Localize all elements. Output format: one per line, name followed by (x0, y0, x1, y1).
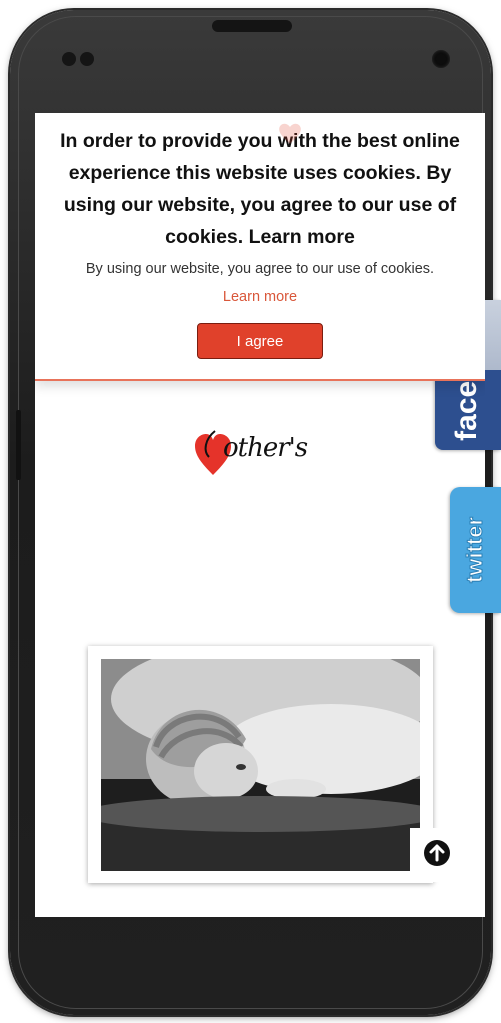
speaker-grille (212, 20, 292, 32)
cookie-headline: In order to provide you with the best on… (60, 130, 460, 248)
featured-photo-frame[interactable] (88, 646, 433, 883)
front-camera (432, 50, 450, 68)
learn-more-link[interactable]: Learn more (223, 289, 297, 305)
cookie-banner: In order to provide you with the best on… (35, 113, 485, 381)
proximity-sensor (62, 52, 76, 66)
baby-photo-image (101, 659, 420, 871)
arrow-up-circle-icon (424, 840, 450, 866)
agree-button[interactable]: I agree (197, 323, 323, 359)
logo-text: other's (223, 433, 308, 463)
phone-screen: In order to provide you with the best on… (35, 113, 485, 917)
cookie-subtext: By using our website, you agree to our u… (85, 261, 435, 277)
scroll-to-top-button[interactable] (410, 828, 464, 882)
twitter-tab[interactable]: twitter (450, 487, 501, 613)
heart-icon (279, 123, 301, 144)
volume-button (16, 410, 21, 480)
baby-photo (101, 659, 420, 871)
brand-logo[interactable]: other's (193, 425, 333, 485)
twitter-label: twitter (462, 517, 488, 584)
light-sensor (80, 52, 94, 66)
